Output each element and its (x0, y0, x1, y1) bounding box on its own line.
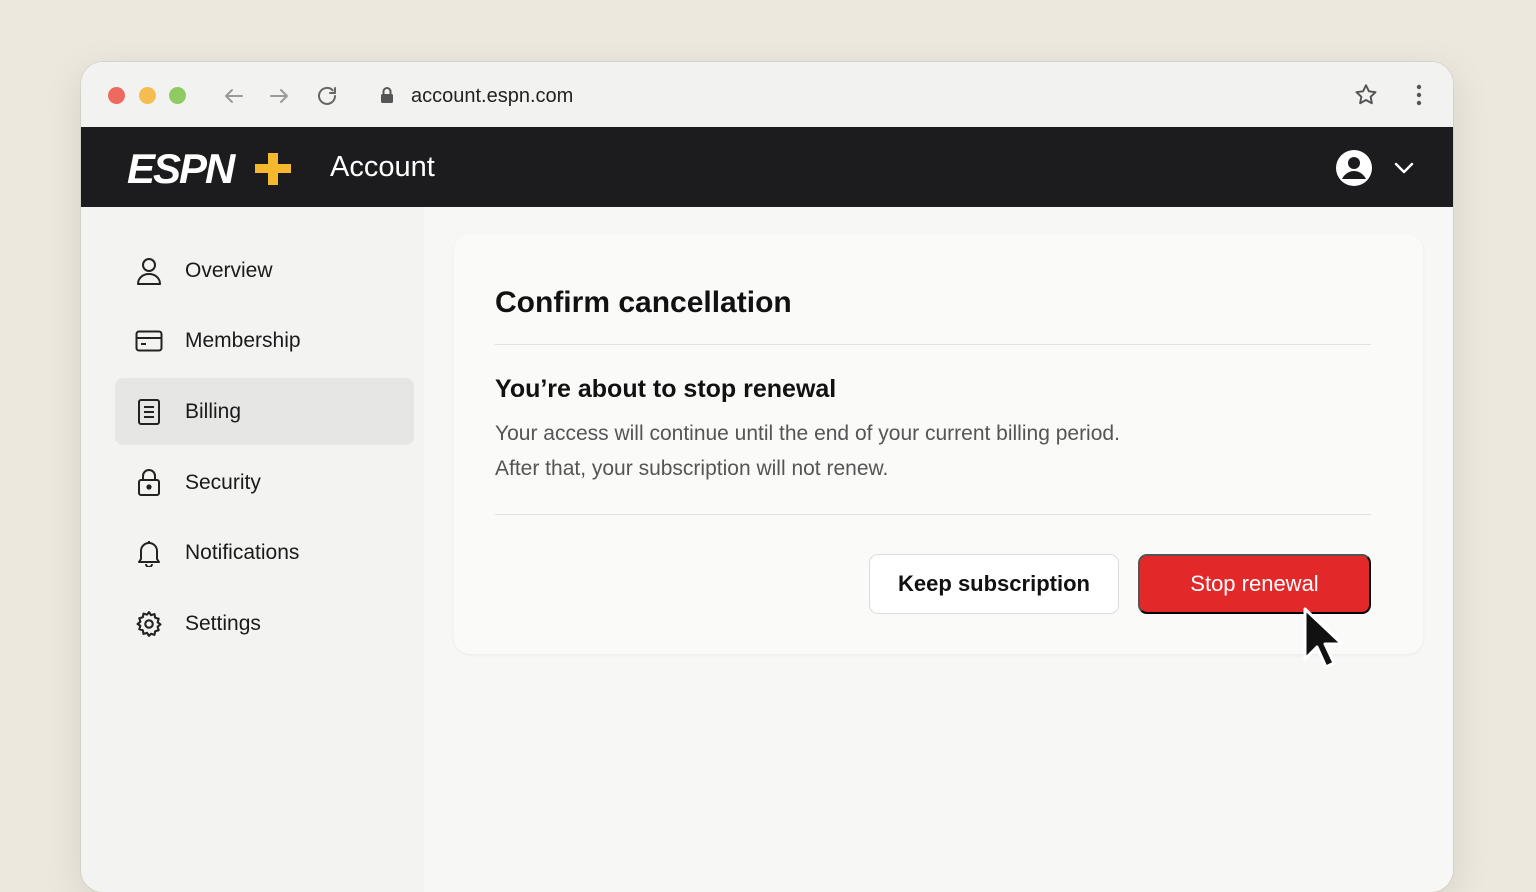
sidebar-item-label: Settings (185, 611, 261, 635)
sidebar-item-overview[interactable]: Overview (115, 237, 414, 304)
maximize-window-button[interactable] (169, 87, 186, 104)
gear-icon (135, 610, 163, 638)
sidebar-item-label: Membership (185, 328, 301, 352)
sidebar-item-label: Notifications (185, 540, 300, 564)
card-body-line-1: Your access will continue until the end … (495, 422, 1120, 445)
sidebar-item-label: Security (185, 470, 261, 494)
account-menu-button[interactable] (1335, 149, 1415, 192)
avatar-icon (1335, 149, 1373, 192)
app-header: ESPN Account (81, 127, 1453, 207)
minimize-window-button[interactable] (139, 87, 156, 104)
sidebar-item-label: Billing (185, 399, 242, 423)
user-icon (135, 257, 163, 285)
close-window-button[interactable] (108, 87, 125, 104)
address-bar[interactable]: account.espn.com (365, 74, 1395, 116)
browser-toolbar: account.espn.com (81, 62, 1453, 127)
lock-icon (379, 86, 395, 109)
keep-subscription-button[interactable]: Keep subscription (869, 554, 1119, 614)
forward-arrow-icon[interactable] (265, 82, 293, 110)
bell-icon (135, 539, 163, 567)
confirm-cancellation-card: Confirm cancellation You’re about to sto… (454, 234, 1423, 654)
lock-icon (135, 469, 163, 497)
svg-text:ESPN: ESPN (127, 149, 237, 189)
espn-plus-logo[interactable]: ESPN (127, 145, 297, 194)
divider (495, 344, 1371, 345)
sidebar-item-label: Overview (185, 258, 273, 282)
card-icon (135, 327, 163, 355)
card-body-line-2: After that, your subscription will not r… (495, 457, 889, 480)
back-arrow-icon[interactable] (220, 82, 248, 110)
star-icon[interactable] (1353, 82, 1379, 113)
sidebar-item-membership[interactable]: Membership (115, 307, 414, 374)
reload-icon[interactable] (313, 82, 341, 110)
sidebar-item-settings[interactable]: Settings (115, 590, 414, 657)
card-title: Confirm cancellation (495, 286, 792, 319)
receipt-icon (135, 398, 163, 426)
divider (495, 514, 1371, 515)
sidebar-item-security[interactable]: Security (115, 449, 414, 516)
sidebar-item-billing[interactable]: Billing (115, 378, 414, 445)
sidebar-item-notifications[interactable]: Notifications (115, 519, 414, 586)
more-vertical-icon[interactable] (1407, 82, 1431, 113)
sidebar: Overview Membership Billing Security Not… (81, 207, 424, 892)
browser-window: account.espn.com ESPN Account Overview M… (81, 62, 1453, 892)
card-subtitle: You’re about to stop renewal (495, 375, 837, 403)
url-text: account.espn.com (411, 85, 574, 107)
mouse-pointer-icon (1303, 607, 1344, 674)
chevron-down-icon (1393, 161, 1415, 180)
page-title: Account (330, 151, 435, 183)
stop-renewal-button[interactable]: Stop renewal (1138, 554, 1371, 614)
